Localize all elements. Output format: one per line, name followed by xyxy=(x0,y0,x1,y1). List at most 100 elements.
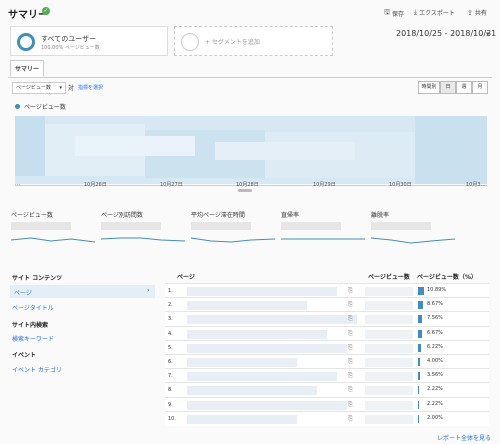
row-page-path[interactable] xyxy=(187,329,327,339)
add-segment-label: + セグメントを追加 xyxy=(205,39,260,46)
sidebar-item-event-category[interactable]: イベント カテゴリ xyxy=(12,365,62,374)
row-pct-bar xyxy=(418,301,423,310)
external-link-icon[interactable]: ⎘ xyxy=(348,386,353,394)
row-page-path[interactable] xyxy=(187,287,337,296)
row-page-path[interactable] xyxy=(187,358,297,367)
row-pct-bar xyxy=(418,358,421,366)
chevron-down-icon[interactable]: ▾ xyxy=(486,30,490,38)
table-row[interactable]: 6. ⎘ 4.00% xyxy=(165,354,489,369)
table-row[interactable]: 4. ⎘ 6.67% xyxy=(165,325,489,341)
metric-select[interactable]: ページビュー数 ▾ xyxy=(12,82,66,94)
row-pct-bar xyxy=(418,386,420,395)
vs-label: 対 xyxy=(68,85,75,92)
granularity-daily[interactable]: 日 xyxy=(440,81,456,94)
sidebar-item-page[interactable]: ページ xyxy=(14,288,32,297)
granularity-hourly[interactable]: 時間別 xyxy=(418,81,440,94)
sidebar-item-page-title[interactable]: ページタイトル xyxy=(12,303,54,312)
external-link-icon[interactable]: ⎘ xyxy=(348,344,353,352)
legend-label: ページビュー数 xyxy=(24,104,66,111)
sidebar-heading-site-content: サイト コンテンツ xyxy=(12,275,63,282)
row-pct: 2.22% xyxy=(427,400,443,407)
x-tick: … xyxy=(15,181,20,187)
share-button[interactable]: ⇪ 共有 xyxy=(467,8,487,18)
row-pct: 3.56% xyxy=(427,372,443,379)
row-pageviews xyxy=(365,329,413,339)
row-pageviews xyxy=(365,386,413,396)
save-button[interactable]: 🖫 保存 xyxy=(384,8,404,19)
col-header-page[interactable]: ページ xyxy=(177,272,195,281)
verified-icon: ✓ xyxy=(42,7,50,15)
row-pct: 4.00% xyxy=(427,358,443,364)
tab-summary[interactable]: サマリー xyxy=(10,60,45,77)
sparkline-pageviews[interactable]: ページビュー数 xyxy=(11,210,95,246)
row-number: 6. xyxy=(168,359,173,365)
export-button[interactable]: ⤓ エクスポート xyxy=(414,8,455,17)
table-row[interactable]: 8. ⎘ 2.22% xyxy=(165,382,489,398)
sparkline-label: ページビュー数 xyxy=(11,212,53,219)
external-link-icon[interactable]: ⎘ xyxy=(348,372,353,380)
chart-area-block xyxy=(75,136,195,156)
row-pct-bar xyxy=(418,315,423,324)
sidebar-item-search-keyword[interactable]: 検索キーワード xyxy=(12,334,54,343)
row-pageviews xyxy=(365,414,413,424)
row-number: 5. xyxy=(168,344,173,351)
row-pct: 2.22% xyxy=(427,386,443,393)
view-full-report-link[interactable]: レポート全体を見る xyxy=(437,433,491,442)
row-page-path[interactable] xyxy=(187,315,357,325)
col-header-pageviews[interactable]: ページビュー数 xyxy=(368,272,410,281)
sparkline-pages-per-session[interactable]: ページ別訪問数 xyxy=(101,210,185,246)
sparkline-value xyxy=(11,222,71,230)
row-page-path[interactable] xyxy=(187,343,347,353)
table-row[interactable]: 9. ⎘ 2.22% xyxy=(165,396,489,412)
chart-scroll-handle[interactable] xyxy=(238,189,252,192)
col-header-pageviews-pct[interactable]: ページビュー数（%） xyxy=(417,272,477,281)
granularity-monthly[interactable]: 月 xyxy=(472,81,488,94)
download-icon: ⤓ xyxy=(414,8,418,16)
sparkline-value xyxy=(371,222,431,230)
row-number: 4. xyxy=(168,330,173,337)
row-number: 2. xyxy=(168,302,173,309)
add-segment-button[interactable]: + セグメントを追加 xyxy=(174,26,333,56)
select-metric-link[interactable]: 指標を選択 xyxy=(78,84,103,91)
external-link-icon[interactable]: ⎘ xyxy=(348,287,353,295)
legend-dot-icon xyxy=(15,104,20,109)
row-page-path[interactable] xyxy=(187,400,347,410)
sparkline-graph xyxy=(11,237,95,243)
date-range-picker[interactable]: 2018/10/25 - 2018/10/31 xyxy=(396,29,496,38)
sparkline-label: ページ別訪問数 xyxy=(101,212,143,219)
table-row[interactable]: 1. ⎘ 10.89% xyxy=(165,283,489,298)
external-link-icon[interactable]: ⎘ xyxy=(348,401,353,409)
external-link-icon[interactable]: ⎘ xyxy=(348,301,353,309)
table-row[interactable]: 5. ⎘ 6.22% xyxy=(165,339,489,355)
row-page-path[interactable] xyxy=(187,414,297,424)
chart-area-block xyxy=(15,116,45,176)
granularity-weekly[interactable]: 週 xyxy=(456,81,472,94)
sparkline-graph xyxy=(191,237,275,243)
external-link-icon[interactable]: ⎘ xyxy=(348,358,353,366)
row-page-path[interactable] xyxy=(187,386,317,396)
sparkline-graph xyxy=(281,238,365,240)
x-tick: 10月28日 xyxy=(236,182,259,188)
row-page-path[interactable] xyxy=(187,301,307,311)
table-row[interactable]: 10. ⎘ 2.00% xyxy=(165,410,489,426)
segment-all-users[interactable]: すべてのユーザー 100.00% ページビュー数 xyxy=(10,26,168,56)
table-row[interactable]: 2. ⎘ 8.67% xyxy=(165,297,489,313)
sparkline-avg-time[interactable]: 平均ページ滞在時間 xyxy=(191,210,275,246)
sparkline-value xyxy=(281,222,341,230)
external-link-icon[interactable]: ⎘ xyxy=(348,315,353,323)
table-row[interactable]: 3. ⎘ 7.56% xyxy=(165,311,489,327)
sparkline-exit-rate[interactable]: 離脱率 xyxy=(371,210,455,246)
row-page-path[interactable] xyxy=(187,372,337,382)
sparkline-bounce-rate[interactable]: 直帰率 xyxy=(281,210,365,246)
sparkline-value xyxy=(191,222,251,230)
sparkline-label: 平均ページ滞在時間 xyxy=(191,212,245,219)
row-pct: 10.89% xyxy=(427,287,447,293)
add-segment-circle-icon xyxy=(181,33,199,51)
external-link-icon[interactable]: ⎘ xyxy=(348,415,353,423)
row-pct-bar xyxy=(418,329,422,338)
external-link-icon[interactable]: ⎘ xyxy=(348,330,353,338)
segment-ring-icon xyxy=(17,33,35,51)
chart-area-block xyxy=(215,142,355,160)
table-row[interactable]: 7. ⎘ 3.56% xyxy=(165,368,489,384)
x-tick: 10月26日 xyxy=(84,182,107,188)
